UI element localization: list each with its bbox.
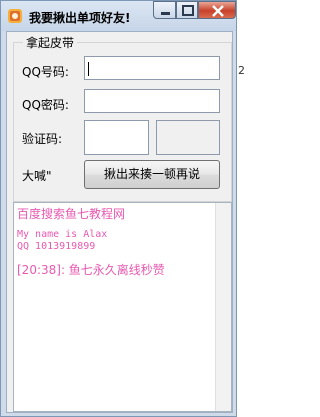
maximize-button[interactable] (176, 1, 198, 19)
captcha-label: 验证码: (22, 132, 63, 146)
maximize-icon (182, 5, 194, 16)
log-output[interactable]: 百度搜索鱼七教程网 My name is Alax QQ 1013919899 … (13, 202, 232, 412)
shout-label: 大喊" (22, 169, 52, 183)
log-line: QQ 1013919899 (17, 241, 96, 252)
qq-password-label: QQ密码: (22, 98, 69, 112)
text-caret (88, 62, 89, 76)
log-line: [20:38]: 鱼七永久离线秒赞 (17, 263, 165, 277)
log-line: 百度搜索鱼七教程网 (17, 207, 126, 221)
minimize-button[interactable] (153, 1, 176, 19)
background-edge-text: 2 (238, 64, 245, 77)
close-icon (212, 5, 224, 17)
qq-password-input[interactable] (84, 89, 220, 113)
captcha-image[interactable] (156, 120, 220, 155)
group-title: 拿起皮带 (23, 34, 78, 51)
app-window: 我要揪出单项好友! 拿起皮带 QQ号码: QQ密码: 验证码: 大喊" 揪出来揍… (0, 0, 237, 417)
qq-number-input[interactable] (84, 56, 220, 80)
log-scrollbar[interactable] (215, 203, 231, 411)
login-group: 拿起皮带 QQ号码: QQ密码: 验证码: 大喊" 揪出来揍一顿再说 (13, 34, 232, 202)
close-button[interactable] (198, 1, 236, 19)
title-bar[interactable]: 我要揪出单项好友! (1, 1, 236, 31)
client-area: 拿起皮带 QQ号码: QQ密码: 验证码: 大喊" 揪出来揍一顿再说 百度搜索鱼… (6, 31, 233, 413)
expose-friend-button[interactable]: 揪出来揍一顿再说 (84, 160, 220, 189)
captcha-input[interactable] (84, 120, 149, 155)
minimize-icon (161, 12, 170, 15)
app-icon (7, 8, 23, 24)
window-title: 我要揪出单项好友! (29, 11, 131, 25)
qq-number-label: QQ号码: (22, 65, 69, 79)
log-line: My name is Alax (17, 229, 108, 240)
